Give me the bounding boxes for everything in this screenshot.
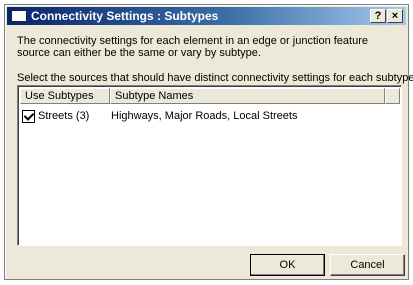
column-header-subtype-names[interactable]: Subtype Names	[110, 88, 385, 104]
ok-button[interactable]: OK	[250, 254, 325, 276]
sources-list[interactable]: Use Subtypes Subtype Names Streets (3) H…	[17, 85, 402, 246]
column-header-use-subtypes[interactable]: Use Subtypes	[20, 88, 110, 104]
close-button[interactable]: ×	[387, 9, 403, 23]
source-cell: Streets (3)	[22, 109, 111, 123]
column-header-filler	[385, 88, 400, 104]
list-header: Use Subtypes Subtype Names	[20, 88, 400, 104]
list-item[interactable]: Streets (3) Highways, Major Roads, Local…	[22, 108, 397, 124]
source-name: Streets (3)	[38, 110, 90, 122]
help-button[interactable]: ?	[370, 9, 386, 23]
subtype-names: Highways, Major Roads, Local Streets	[111, 110, 298, 122]
use-subtypes-checkbox[interactable]	[22, 109, 35, 123]
instruction-text: Select the sources that should have dist…	[17, 72, 413, 84]
description-text: The connectivity settings for each eleme…	[17, 35, 368, 59]
cancel-button[interactable]: Cancel	[330, 254, 405, 276]
title-bar[interactable]: Connectivity Settings : Subtypes ? ×	[7, 7, 406, 25]
connectivity-settings-dialog: Connectivity Settings : Subtypes ? × The…	[4, 4, 413, 280]
window-title: Connectivity Settings : Subtypes	[31, 9, 219, 23]
window-icon	[11, 10, 27, 22]
